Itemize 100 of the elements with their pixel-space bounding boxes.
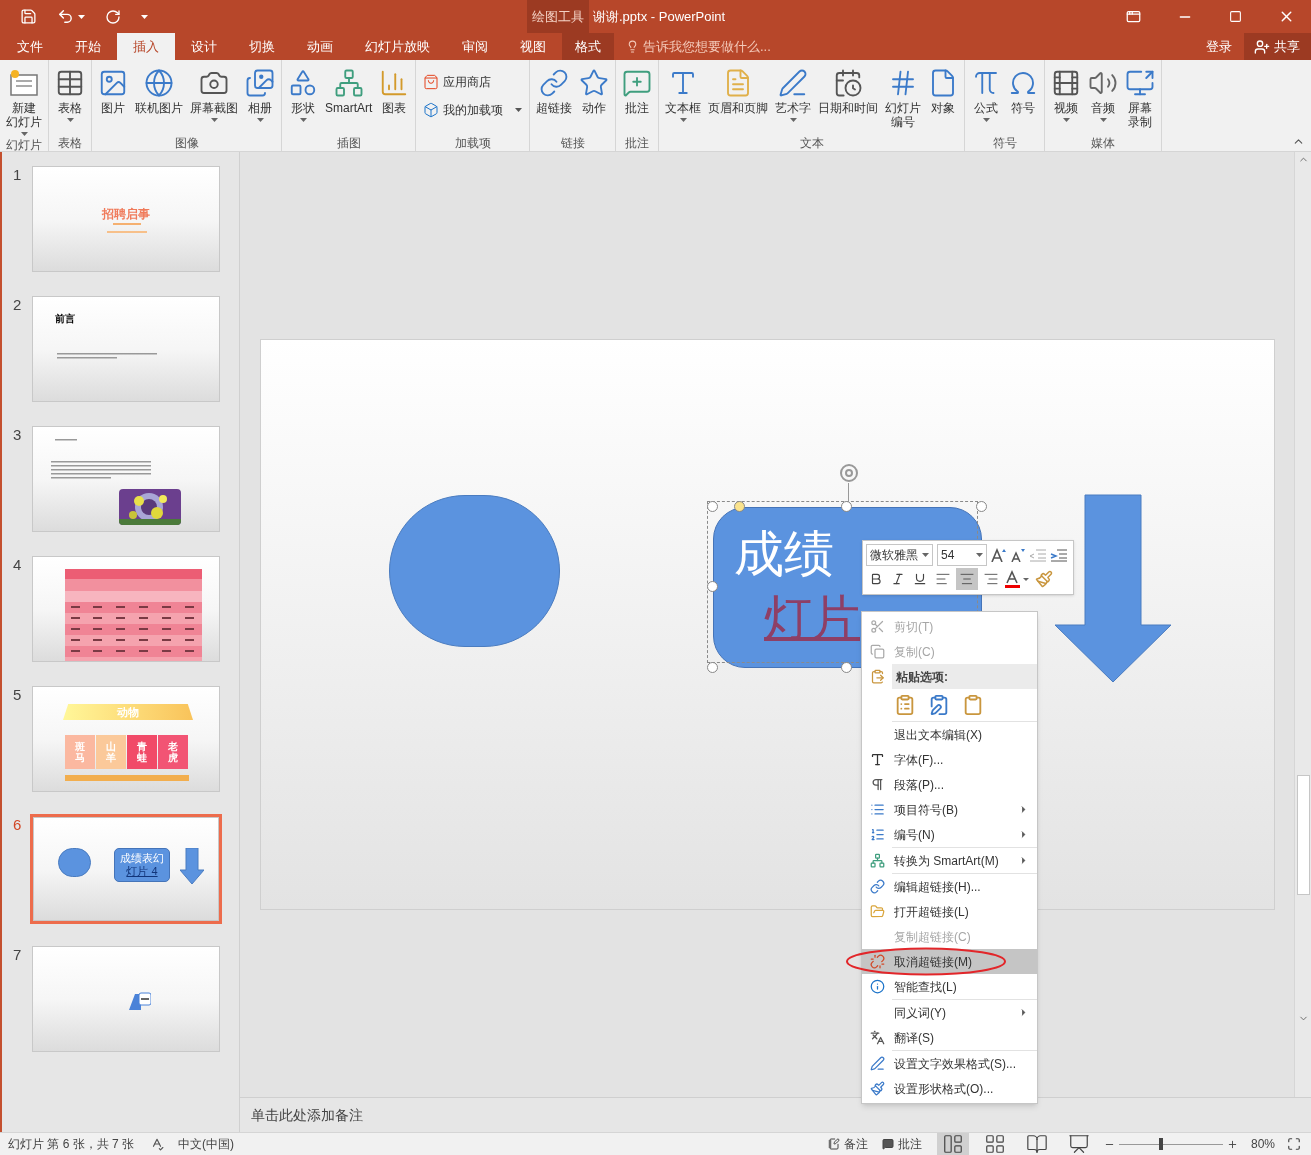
ribbon-button[interactable]: 音频 [1085,65,1122,134]
spell-check-icon[interactable] [150,1137,164,1151]
ribbon-display-icon[interactable] [1126,9,1141,24]
menu-item[interactable]: 同义词(Y) [862,999,1037,1025]
ribbon-tab[interactable]: 格式 [562,33,614,60]
resize-handle[interactable] [707,501,718,512]
ribbon-small-button[interactable]: 应用商店 [423,71,523,93]
align-icon[interactable] [956,568,978,590]
ribbon-button[interactable]: 页眉和页脚 [705,65,772,134]
menu-item[interactable]: 设置形状格式(O)... [862,1076,1037,1101]
ribbon-button[interactable]: 表格 [52,65,88,134]
ribbon-button[interactable]: 屏幕 录制 [1122,65,1159,134]
ribbon-tab[interactable]: 审阅 [446,33,504,60]
slide-thumbnail[interactable]: 前言 [30,294,222,404]
paste-merge-formatting-icon[interactable] [928,694,950,716]
zoom-percent-text[interactable]: 80% [1250,1135,1275,1153]
tell-me-field[interactable]: 告诉我您想要做什么... [643,36,873,57]
ribbon-button[interactable]: 相册 [242,65,278,134]
undo-icon[interactable] [57,8,74,25]
dropdown-caret-icon [515,108,523,112]
ribbon-button[interactable]: 动作 [576,65,613,134]
resize-handle[interactable] [976,501,987,512]
zoom-slider-thumb[interactable] [1158,1138,1163,1150]
ribbon-button[interactable]: 对象 [925,65,962,134]
font-size-dropdown[interactable]: 54 [937,544,987,566]
resize-handle[interactable] [707,581,718,592]
menu-item[interactable]: 字体(F)... [862,747,1037,772]
shrink-font-icon[interactable] [1011,548,1025,562]
paste-keep-formatting-icon[interactable] [894,694,916,716]
ribbon-tab[interactable]: 幻灯片放映 [349,33,446,60]
menu-item[interactable]: 翻译(S) [862,1025,1037,1050]
ribbon-button[interactable]: 符号 [1005,65,1042,134]
ribbon-group-label: 文本 [799,135,824,151]
zoom-in-icon[interactable] [1226,1138,1238,1150]
increase-indent-icon[interactable] [1050,548,1067,562]
notes-field[interactable]: 单击此处添加备注 [251,1104,651,1126]
slide-thumbnail[interactable]: 动物 斑马 山羊 青蛙 老虎 [30,684,222,794]
ribbon-button[interactable]: 文本框 [662,65,705,134]
ribbon-button[interactable]: 图片 [95,65,131,134]
ribbon-group-label: 链接 [560,135,585,151]
resize-handle[interactable] [841,662,852,673]
rotate-handle-icon[interactable] [837,462,861,483]
ribbon-button[interactable]: 艺术字 [772,65,815,134]
ribbon-button[interactable]: 视频 [1048,65,1085,134]
ribbon-tab[interactable]: 插入 [117,33,175,60]
ribbon-button[interactable]: 新建 幻灯片 [3,65,45,136]
format-painter-icon[interactable] [1035,570,1053,588]
ribbon-tab[interactable]: 视图 [504,33,562,60]
menu-item[interactable]: 编号(N) [862,822,1037,847]
grow-font-icon[interactable] [991,548,1007,562]
ribbon-tab[interactable]: 文件 [1,33,59,60]
ribbon-button[interactable]: 联机图片 [132,65,186,134]
ribbon-button[interactable]: 图表 [376,65,413,134]
ribbon-tab[interactable]: 设计 [175,33,233,60]
paste-text-only-icon[interactable] [962,694,984,716]
ribbon-button[interactable]: 形状 [285,65,321,134]
ribbon-tab[interactable]: 开始 [59,33,117,60]
resize-handle[interactable] [841,501,852,512]
menu-item[interactable]: 退出文本编辑(X) [862,721,1037,747]
menu-item[interactable]: 设置文字效果格式(S)... [862,1050,1037,1076]
ribbon-button[interactable]: 超链接 [533,65,576,134]
ribbon-button[interactable]: 幻灯片 编号 [882,65,925,134]
ribbon-tab[interactable]: 动画 [291,33,349,60]
ribbon-button[interactable]: 屏幕截图 [187,65,241,134]
sign-in-link[interactable]: 登录 [1194,33,1244,60]
fit-to-window-icon[interactable] [1287,1137,1301,1151]
ribbon-button[interactable]: 批注 [619,65,656,134]
redo-icon[interactable] [105,8,121,25]
font-color-icon[interactable] [1004,570,1030,588]
ribbon-button[interactable]: 公式 [968,65,1005,134]
menu-item[interactable]: 打开超链接(L) [862,899,1037,924]
resize-handle[interactable] [734,501,745,512]
menu-item[interactable]: 段落(P)... [862,772,1037,797]
ribbon-button[interactable]: 日期和时间 [815,65,882,134]
save-icon[interactable] [20,8,37,25]
maximize-icon[interactable] [1229,10,1242,23]
slide-thumbnail[interactable] [30,944,222,1054]
down-arrow-shape [180,848,204,884]
resize-handle[interactable] [707,662,718,673]
vertical-scrollbar[interactable] [1294,152,1311,1097]
ribbon-button[interactable]: SmartArt [322,65,376,134]
ribbon-tab[interactable]: 切换 [233,33,291,60]
zoom-slider[interactable] [1118,1137,1223,1151]
menu-item[interactable]: 智能查找(L) [862,974,1037,999]
slide-thumbnail[interactable] [30,424,222,534]
share-button[interactable]: 共享 [1244,33,1311,60]
slide-count-text: 幻灯片 第 6 张，共 7 张 [7,1136,136,1153]
notes-button[interactable]: 备注 [823,1135,872,1153]
slide-number: 7 [12,945,23,965]
dropdown-caret-icon [78,14,85,19]
menu-item[interactable]: 编辑超链接(H)... [862,873,1037,899]
menu-item[interactable]: 转换为 SmartArt(M) [862,847,1037,873]
ribbon-small-button[interactable]: 我的加载项 [423,99,523,121]
slide-thumbnail[interactable]: 成绩表幻 灯片 4 [30,814,222,924]
comments-button[interactable]: 批注 [871,1135,932,1153]
font-dropdown[interactable]: 微软雅黑 [866,544,933,566]
normal-view-icon[interactable] [936,1133,969,1155]
slide-thumbnail[interactable] [30,554,222,664]
scrollbar-thumb[interactable] [1296,775,1310,895]
menu-item[interactable]: 项目符号(B) [862,797,1037,822]
